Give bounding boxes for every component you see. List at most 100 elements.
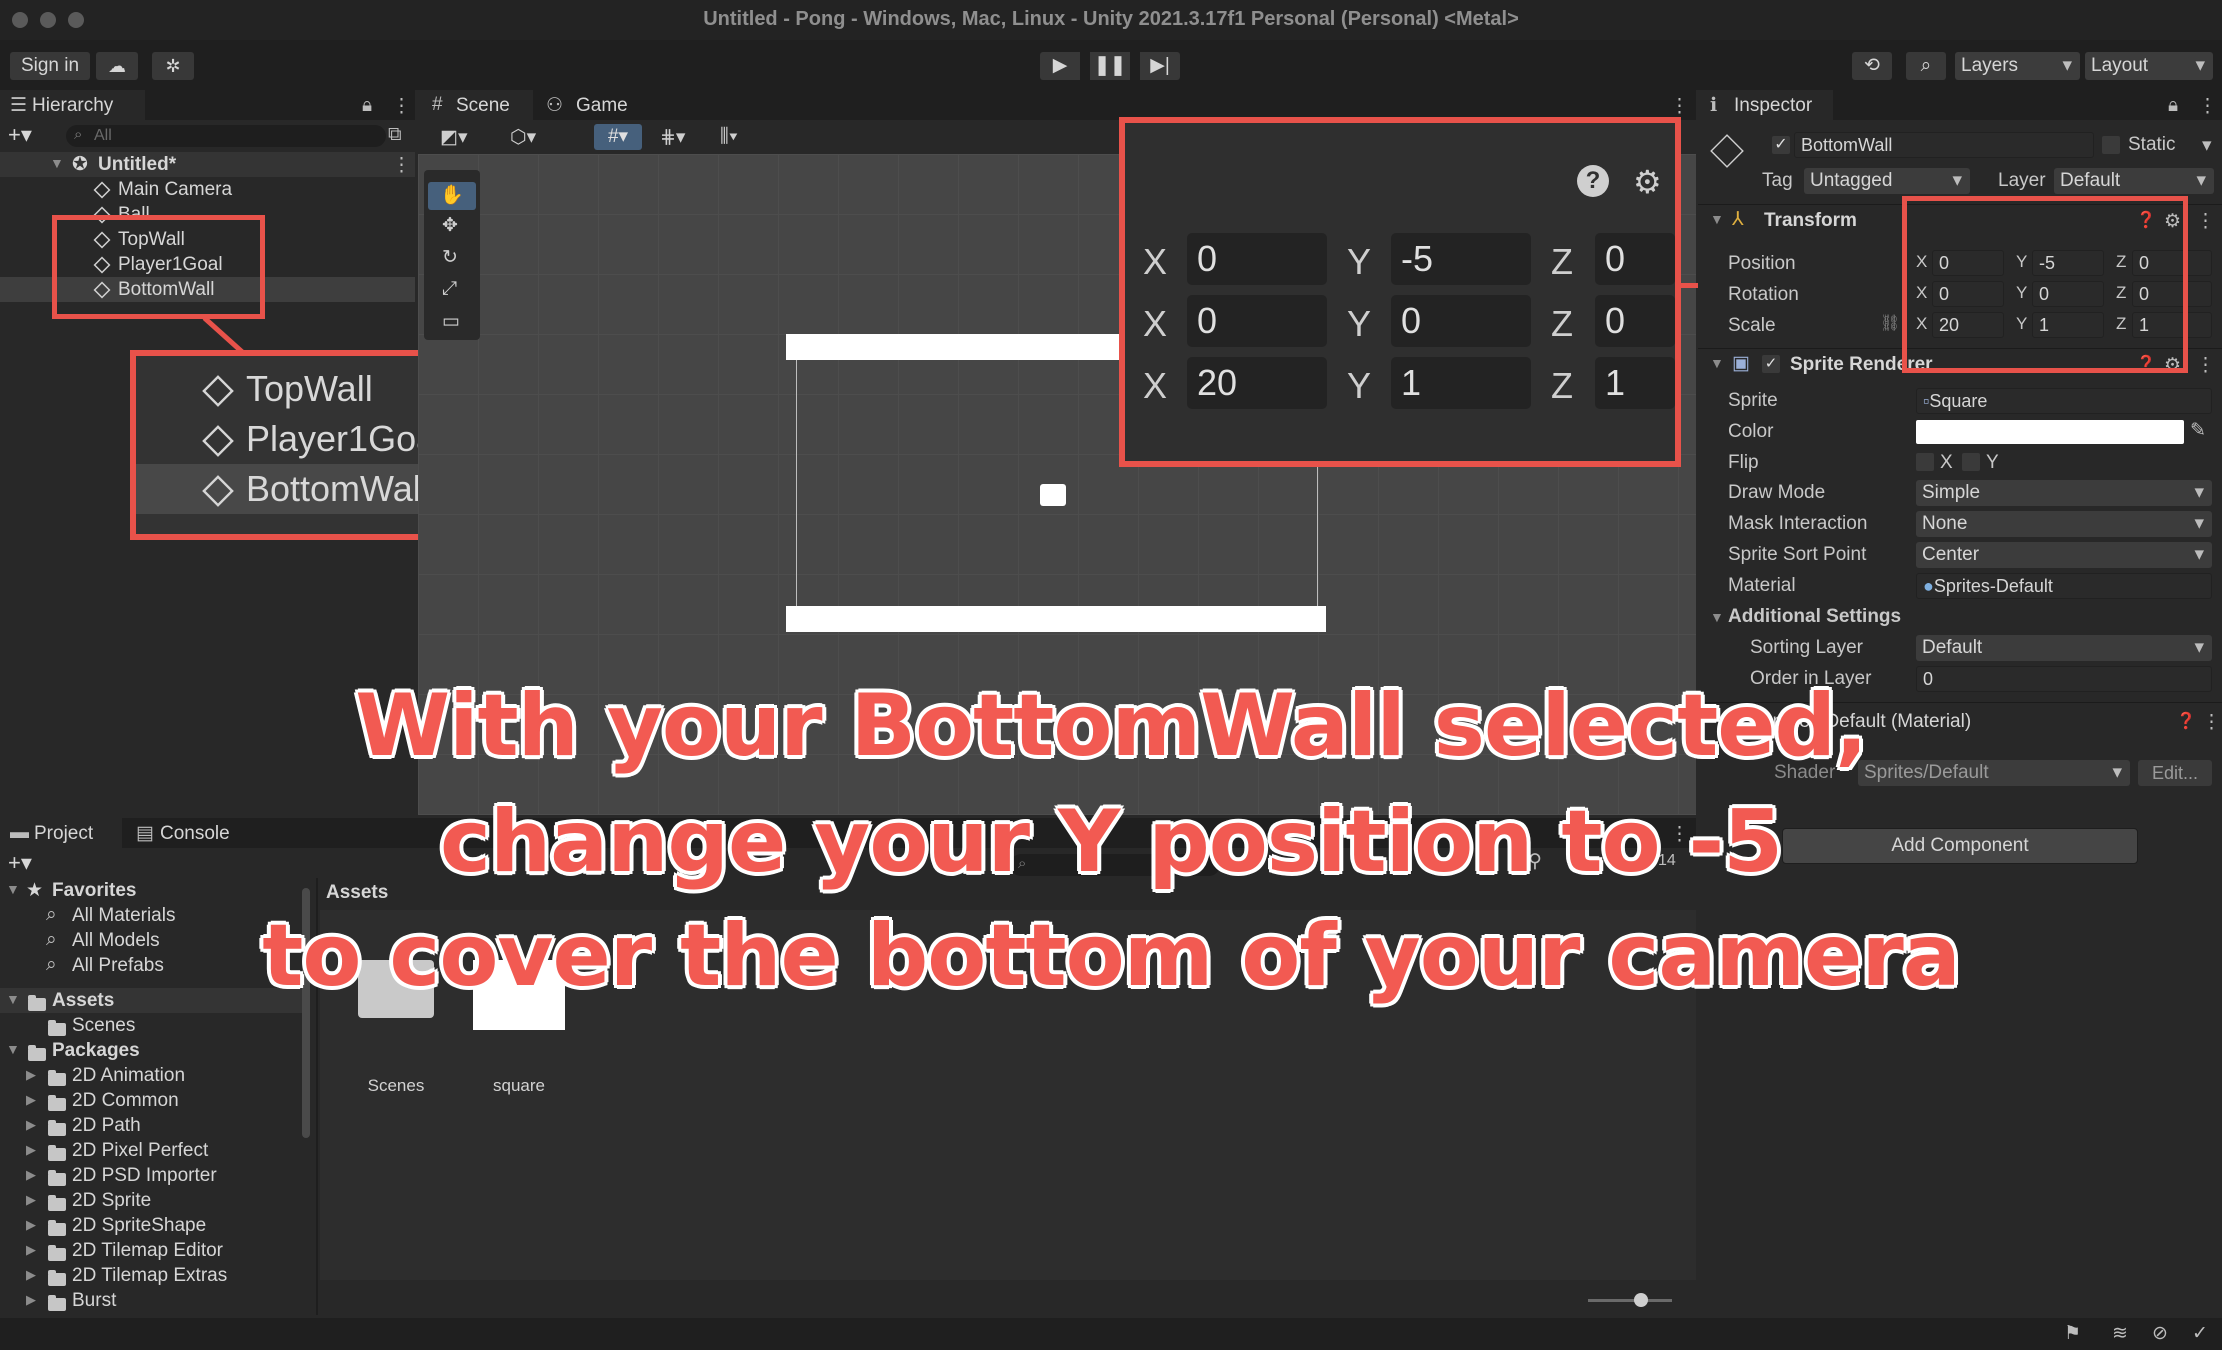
package-item[interactable]: ▶ 2D Common [0, 1088, 310, 1113]
zoom-item-label: BottomWall [246, 468, 429, 509]
increment-snap-button[interactable]: ⫼▾ [720, 126, 738, 148]
tab-scene[interactable]: # Scene [418, 90, 533, 120]
draw-mode-dropdown[interactable]: Simple [1916, 480, 2212, 506]
material-label: Material [1728, 575, 1796, 596]
sprite-sort-point-dropdown[interactable]: Center [1916, 542, 2212, 568]
layout-dropdown[interactable]: Layout [2085, 52, 2213, 80]
package-item[interactable]: ▶ 2D Tilemap Editor [0, 1238, 310, 1263]
package-item-label: 2D SpriteShape [72, 1215, 207, 1236]
layers-dropdown[interactable]: Layers [1955, 52, 2080, 80]
zoom-row-scale: X 20 Y 1 Z 1 [1125, 357, 1685, 413]
chevron-down-icon[interactable]: ▾ [2202, 134, 2212, 157]
static-checkbox[interactable] [2102, 136, 2120, 154]
slider-handle[interactable] [1634, 1293, 1648, 1307]
active-checkbox[interactable]: ✓ [1772, 136, 1790, 154]
cloud-button[interactable]: ☁ [96, 52, 138, 80]
zoom-callout-transform: ? ⚙ X 0 Y -5 Z 0 X 0 Y 0 Z 0 X 20 Y 1 Z … [1119, 117, 1681, 467]
folder-icon [48, 1295, 66, 1312]
grid-button[interactable]: ⋕▾ [660, 126, 685, 149]
zoom-field-z: 1 [1595, 357, 1675, 409]
add-object-button[interactable]: +▾ [8, 122, 32, 148]
color-swatch[interactable] [1916, 420, 2184, 444]
hierarchy-item[interactable]: Main Camera [0, 177, 415, 202]
lock-icon[interactable]: 🔒︎ [2168, 95, 2178, 117]
tab-inspector[interactable]: ℹ Inspector [1698, 90, 1833, 120]
expand-triangle-icon: ▶ [26, 1092, 36, 1107]
package-item[interactable]: ▶ 2D PSD Importer [0, 1163, 310, 1188]
packages-label: Packages [52, 1040, 140, 1061]
overlay-line-2: change your Y position to -5 [439, 792, 1783, 892]
object-name-field[interactable]: BottomWall [1794, 132, 2094, 158]
component-menu-icon[interactable]: ⋮ [2196, 354, 2215, 377]
draw-mode-button[interactable]: ◩▾ [440, 126, 468, 149]
collab-button[interactable]: ✲ [152, 52, 194, 80]
stack-icon[interactable]: ≋ [2112, 1322, 2128, 1345]
static-label: Static [2128, 134, 2176, 155]
layer-dropdown[interactable]: Default [2054, 168, 2214, 194]
play-button[interactable]: ▶ [1040, 52, 1080, 80]
hand-tool-icon[interactable]: ✋ [428, 182, 476, 210]
axis-y-label: Y [1347, 365, 1372, 406]
flip-y-checkbox[interactable] [1962, 453, 1980, 471]
snap-toggle-button[interactable]: #▾ [594, 124, 642, 150]
zoom-field-z: 0 [1595, 233, 1675, 285]
flip-x-checkbox[interactable] [1916, 453, 1934, 471]
folder-item[interactable]: Scenes [0, 1013, 310, 1038]
scene-row[interactable]: ▼ ✪ Untitled* ⋮ [0, 152, 415, 177]
package-item[interactable]: ▶ 2D Path [0, 1113, 310, 1138]
game-tab-label: Game [576, 95, 628, 116]
kebab-menu-icon[interactable]: ⋮ [2198, 95, 2217, 118]
rotate-tool-icon[interactable]: ↻ [442, 246, 458, 269]
axis-y-label: Y [1347, 241, 1372, 282]
tab-game[interactable]: ⚇ Game [538, 90, 648, 120]
sign-in-button[interactable]: Sign in [10, 52, 90, 80]
move-tool-icon[interactable]: ✥ [442, 214, 458, 237]
kebab-menu-icon[interactable]: ⋮ [392, 95, 411, 118]
bug-icon[interactable]: ⚑ [2064, 1322, 2081, 1345]
network-off-icon[interactable]: ⊘ [2152, 1322, 2168, 1345]
packages-row[interactable]: ▼ Packages [0, 1038, 310, 1063]
material-object-field[interactable]: ●Sprites-Default [1916, 573, 2212, 599]
inspector-tab-bar: ℹ Inspector 🔒︎ ⋮ [1698, 90, 2222, 120]
expand-triangle-icon: ▶ [26, 1267, 36, 1282]
search-button[interactable]: ⌕ [1906, 52, 1946, 80]
bottom-wall-sprite[interactable] [786, 606, 1326, 632]
package-item[interactable]: ▶ 2D Pixel Perfect [0, 1138, 310, 1163]
thumbnail-size-slider[interactable] [1588, 1293, 1672, 1307]
package-item[interactable]: ▶ 2D SpriteShape [0, 1213, 310, 1238]
tag-dropdown[interactable]: Untagged [1804, 168, 1970, 194]
package-item[interactable]: ▶ 2D Animation [0, 1063, 310, 1088]
expand-triangle-icon[interactable]: ▼ [1710, 609, 1724, 625]
component-menu-icon[interactable]: ⋮ [2196, 210, 2215, 233]
eyedropper-icon[interactable]: ✎ [2190, 419, 2206, 442]
scene-menu-icon[interactable]: ⋮ [392, 154, 411, 177]
step-button[interactable]: ▶| [1140, 52, 1180, 80]
constrain-proportions-icon[interactable]: ⛓ [1880, 313, 1900, 333]
pause-button[interactable]: ❚❚ [1090, 52, 1130, 80]
hierarchy-search-input[interactable]: ⌕ All [66, 125, 386, 147]
sorting-layer-dropdown[interactable]: Default [1916, 635, 2212, 661]
check-circle-icon[interactable]: ✓ [2192, 1322, 2208, 1345]
package-item[interactable]: ▶ 2D Sprite [0, 1188, 310, 1213]
scene-visibility-icon[interactable]: ⧉ [388, 124, 402, 146]
package-item[interactable]: ▶ 2D Tilemap Extras [0, 1263, 310, 1288]
rect-tool-icon[interactable]: ▭ [442, 310, 460, 333]
folder-icon [48, 1145, 66, 1162]
kebab-menu-icon[interactable]: ⋮ [1670, 95, 1689, 118]
history-button[interactable]: ⟲ [1852, 52, 1892, 80]
axis-x-label: X [1143, 241, 1168, 282]
expand-triangle-icon: ▶ [26, 1167, 36, 1182]
overlay-line-3: to cover the bottom of your camera [262, 906, 1961, 1006]
axis-z-label: Z [1551, 303, 1573, 344]
sorting-layer-label: Sorting Layer [1750, 637, 1864, 658]
sprite-object-field[interactable]: ▫Square [1916, 388, 2212, 414]
scale-tool-icon[interactable]: ⤢ [442, 278, 457, 300]
enabled-checkbox[interactable]: ✓ [1762, 355, 1780, 373]
mask-interaction-dropdown[interactable]: None [1916, 511, 2212, 537]
shading-button[interactable]: ⬡▾ [510, 126, 536, 149]
lock-icon[interactable]: 🔒︎ [362, 95, 372, 117]
expand-triangle-icon[interactable]: ▼ [50, 155, 64, 171]
history-icon: ⟲ [1864, 55, 1880, 76]
tab-hierarchy[interactable]: ☰ Hierarchy [0, 90, 145, 120]
package-item[interactable]: ▶ Burst [0, 1288, 310, 1313]
